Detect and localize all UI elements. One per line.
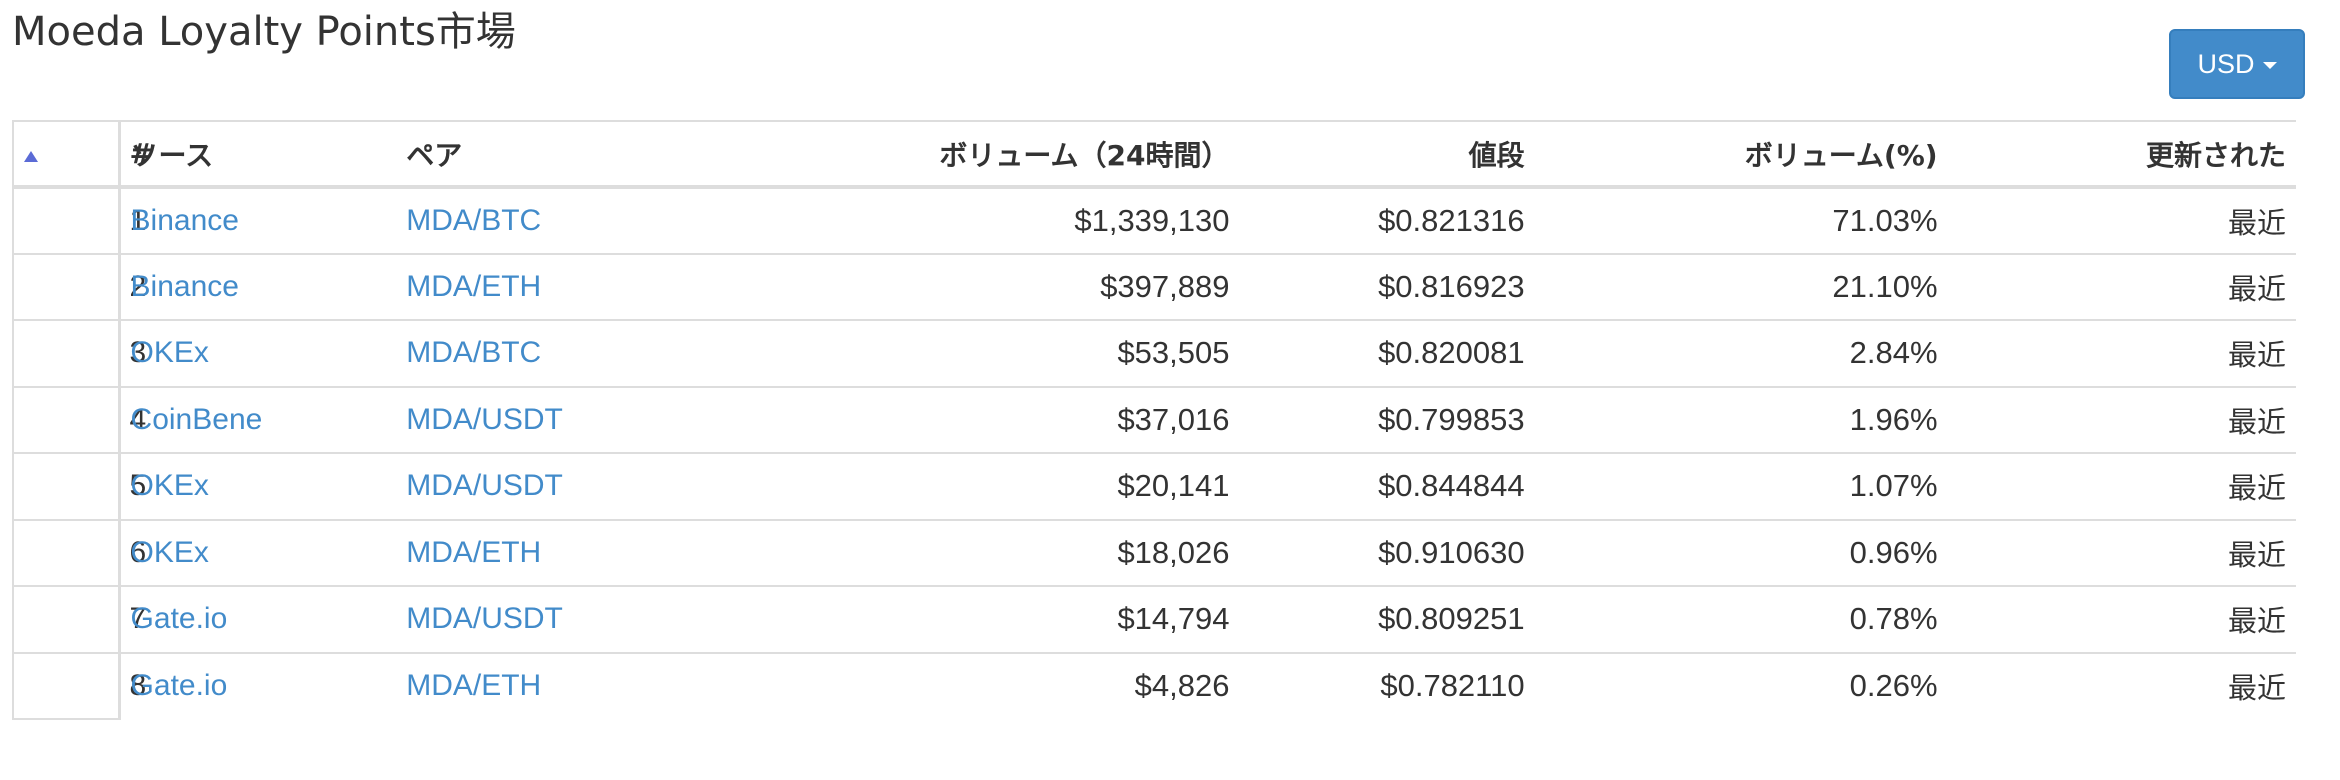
pair-link[interactable]: MDA/USDT: [406, 602, 563, 635]
source-link[interactable]: Binance: [131, 204, 239, 237]
source-link[interactable]: Binance: [131, 270, 239, 303]
header-pair[interactable]: ペア: [396, 120, 673, 189]
volume-percent-cell: 0.96%: [1534, 519, 1948, 587]
volume-percent-cell: 21.10%: [1534, 253, 1948, 321]
pair-link[interactable]: MDA/USDT: [406, 469, 563, 502]
source-link[interactable]: Gate.io: [131, 602, 228, 635]
row-spacer-cell: [12, 320, 120, 388]
table-row: 1 Binance MDA/BTC $1,339,130 $0.821316 7…: [12, 187, 2296, 255]
row-spacer-cell: [12, 253, 120, 321]
price-cell: $0.820081: [1239, 320, 1535, 388]
updated-cell: 最近: [1947, 453, 2296, 521]
volume-cell: $397,889: [672, 253, 1240, 321]
volume-cell: $4,826: [1134, 668, 1230, 704]
volume-percent-cell: 2.84%: [1534, 320, 1948, 388]
sort-ascending-icon: [24, 151, 38, 162]
price-cell: $0.821316: [1239, 187, 1535, 255]
price-cell: $0.910630: [1239, 519, 1535, 587]
price-cell: $0.844844: [1239, 453, 1535, 521]
pair-link[interactable]: MDA/BTC: [406, 204, 541, 237]
header-source[interactable]: ソース: [119, 120, 397, 189]
row-spacer-cell: [12, 453, 120, 521]
volume-cell: $14,794: [672, 586, 1240, 654]
volume-cell: $53,505: [672, 320, 1240, 388]
table-row: 2 Binance MDA/ETH $397,889 $0.816923 21.…: [12, 253, 2296, 321]
header-volume-24h[interactable]: ボリューム（24時間）: [672, 120, 1240, 189]
pair-link[interactable]: MDA/ETH: [406, 669, 541, 702]
table-row: 6 OKEx MDA/ETH $18,026 $0.910630 0.96% 最…: [12, 519, 2296, 587]
caret-down-icon: [2262, 62, 2277, 69]
updated-cell: 最近: [1947, 320, 2296, 388]
updated-cell: 最近: [1947, 519, 2296, 587]
table-row: 7 Gate.io MDA/USDT $14,794 $0.809251 0.7…: [12, 586, 2296, 654]
markets-table: # ソース ペア ボリューム（24時間） 値段 ボリューム(%) 更新された 1…: [12, 120, 2296, 720]
volume-cell: $20,141: [672, 453, 1240, 521]
row-spacer-cell: [12, 519, 120, 587]
source-link[interactable]: Gate.io: [131, 669, 228, 702]
volume-percent-cell: 0.26%: [1849, 668, 1938, 704]
currency-label: USD: [2197, 48, 2255, 79]
source-link[interactable]: OKEx: [131, 536, 209, 569]
volume-percent-cell: 71.03%: [1534, 187, 1948, 255]
row-spacer-cell: [12, 652, 120, 720]
row-spacer-cell: [12, 386, 120, 454]
volume-cell: $18,026: [672, 519, 1240, 587]
source-link[interactable]: OKEx: [131, 469, 209, 502]
updated-cell: 最近: [1947, 253, 2296, 321]
table-row: 4 CoinBene MDA/USDT $37,016 $0.799853 1.…: [12, 386, 2296, 454]
price-cell: $0.816923: [1239, 253, 1535, 321]
table-row: 5 OKEx MDA/USDT $20,141 $0.844844 1.07% …: [12, 453, 2296, 521]
table-row: 8 Gate.io MDA/ETH $4,826 $0.782110 0.26%…: [12, 652, 2296, 720]
volume-cell: $1,339,130: [672, 187, 1240, 255]
volume-percent-cell: 1.07%: [1534, 453, 1948, 521]
pair-link[interactable]: MDA/ETH: [406, 270, 541, 303]
sort-toggle-header[interactable]: [12, 120, 120, 189]
header-updated[interactable]: 更新された: [1947, 120, 2296, 189]
volume-percent-cell: 0.78%: [1534, 586, 1948, 654]
volume-percent-cell: 1.96%: [1534, 386, 1948, 454]
price-cell: $0.809251: [1239, 586, 1535, 654]
source-link[interactable]: CoinBene: [131, 403, 263, 436]
updated-cell: 最近: [2227, 671, 2286, 706]
price-cell: $0.782110: [1380, 668, 1525, 704]
header-price[interactable]: 値段: [1239, 120, 1535, 189]
updated-cell: 最近: [1947, 586, 2296, 654]
price-cell: $0.799853: [1239, 386, 1535, 454]
row-spacer-cell: [12, 586, 120, 654]
page-title: Moeda Loyalty Points市場: [12, 9, 516, 55]
pair-link[interactable]: MDA/ETH: [406, 536, 541, 569]
volume-cell: $37,016: [672, 386, 1240, 454]
source-link[interactable]: OKEx: [131, 336, 209, 369]
pair-link[interactable]: MDA/USDT: [406, 403, 563, 436]
currency-dropdown-button[interactable]: USD: [2169, 29, 2305, 99]
pair-link[interactable]: MDA/BTC: [406, 336, 541, 369]
table-header-row: # ソース ペア ボリューム（24時間） 値段 ボリューム(%) 更新された: [12, 120, 2296, 189]
table-row: 3 OKEx MDA/BTC $53,505 $0.820081 2.84% 最…: [12, 320, 2296, 388]
row-spacer-cell: [12, 187, 120, 255]
updated-cell: 最近: [1947, 386, 2296, 454]
updated-cell: 最近: [1947, 187, 2296, 255]
header-volume-percent[interactable]: ボリューム(%): [1534, 120, 1948, 189]
